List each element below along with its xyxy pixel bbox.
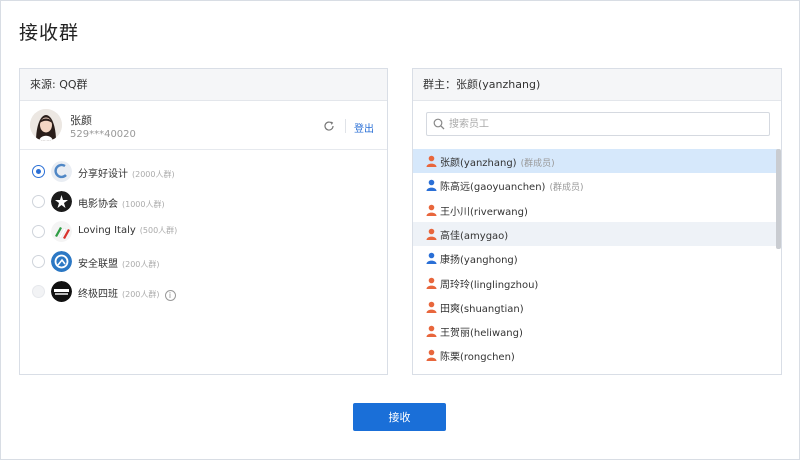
search-input[interactable] (449, 115, 759, 133)
user-icon (426, 301, 437, 313)
scrollbar[interactable] (776, 149, 781, 249)
avatar (30, 109, 62, 141)
member-name: 田爽(shuangtian) (440, 303, 524, 315)
user-icon (426, 350, 437, 362)
group-item[interactable]: 电影协会 (1000人群) (20, 188, 387, 216)
member-row[interactable]: 陈栗(rongchen) (413, 343, 778, 367)
member-row[interactable]: 康扬(yanghong) (413, 246, 778, 270)
account-divider (345, 119, 346, 133)
group-logo-icon (51, 221, 72, 242)
logout-link[interactable]: 登出 (354, 120, 374, 135)
member-tag: (群成员) (549, 183, 584, 194)
user-icon (426, 179, 437, 192)
group-count: (500人群) (139, 226, 178, 235)
group-name: 终极四班 (78, 289, 118, 300)
radio-unchecked[interactable] (32, 195, 45, 208)
group-name: 分享好设计 (78, 169, 128, 180)
search-icon (433, 118, 445, 130)
group-item[interactable]: 安全联盟 (200人群) (20, 248, 387, 276)
account-name: 张颜 (70, 114, 92, 127)
group-name: 安全联盟 (78, 259, 118, 270)
member-name: 高佳(amygao) (440, 230, 509, 242)
radio-checked[interactable] (32, 165, 45, 178)
user-icon (426, 252, 437, 265)
member-row[interactable]: 张颜(yanzhang) (群成员) (413, 149, 778, 173)
radio-disabled (32, 285, 45, 298)
group-count: (200人群) (122, 290, 160, 299)
source-panel: 來源: QQ群 张颜 529***40020 登出 分享好设计 (2000人群)… (19, 68, 388, 375)
member-row[interactable]: 王小川(riverwang) (413, 198, 778, 222)
group-logo-icon (51, 191, 72, 212)
group-logo-icon (51, 251, 72, 272)
member-name: 王小川(riverwang) (440, 206, 528, 218)
member-row[interactable]: 田爽(shuangtian) (413, 295, 778, 319)
info-icon[interactable]: i (164, 290, 176, 301)
member-tag: (群成员) (520, 159, 555, 169)
owner-header: 群主：张颜(yanzhang) (413, 69, 781, 101)
member-row[interactable]: 周玲玲(linglingzhou) (413, 271, 778, 295)
group-count: (200人群) (122, 260, 160, 269)
source-header: 來源: QQ群 (20, 69, 387, 101)
group-name: Loving Italy (78, 225, 136, 236)
group-logo-icon (51, 281, 72, 302)
user-icon (426, 325, 437, 338)
group-item[interactable]: 分享好设计 (2000人群) (20, 158, 387, 186)
member-row[interactable]: 高佳(amygao) (413, 221, 778, 246)
group-count: (1000人群) (122, 200, 165, 209)
member-list: 张颜(yanzhang) (群成员) 陈高远(gaoyuanchen) (群成员) 王小… (413, 149, 778, 374)
radio-unchecked[interactable] (32, 225, 45, 238)
page-title: 接收群 (19, 22, 80, 44)
search-box (426, 112, 770, 136)
receive-button[interactable]: 接收 (353, 403, 446, 431)
user-icon (426, 155, 437, 167)
account-row: 张颜 529***40020 登出 (20, 102, 387, 150)
group-item: 终极四班 (200人群) i (20, 278, 387, 306)
account-id: 529***40020 (70, 129, 136, 140)
app-frame: 接收群 來源: QQ群 张颜 529***40020 登出 分享好设计 (200… (0, 0, 800, 460)
group-item[interactable]: Loving Italy (500人群) (20, 218, 387, 246)
refresh-icon[interactable] (323, 120, 335, 132)
member-name: 康扬(yanghong) (440, 255, 518, 267)
member-row[interactable]: 陈高远(gaoyuanchen) (群成员) (413, 173, 778, 197)
user-icon (426, 204, 437, 216)
user-icon (426, 228, 437, 240)
group-count: (2000人群) (132, 170, 175, 179)
member-name: 周玲玲(linglingzhou) (440, 279, 539, 291)
group-name: 电影协会 (78, 199, 118, 210)
member-row[interactable]: 王贺丽(heliwang) (413, 319, 778, 343)
member-name: 陈栗(rongchen) (440, 352, 515, 364)
owner-panel: 群主：张颜(yanzhang) 张颜(yanzhang)(群成员)陈高远(gao… (412, 68, 782, 375)
member-name: 张颜(yanzhang) (440, 158, 517, 169)
member-name: 陈高远(gaoyuanchen) (440, 182, 546, 194)
user-icon (426, 277, 437, 289)
group-logo-icon (51, 161, 72, 182)
member-name: 王贺丽(heliwang) (440, 328, 523, 340)
radio-unchecked[interactable] (32, 255, 45, 268)
